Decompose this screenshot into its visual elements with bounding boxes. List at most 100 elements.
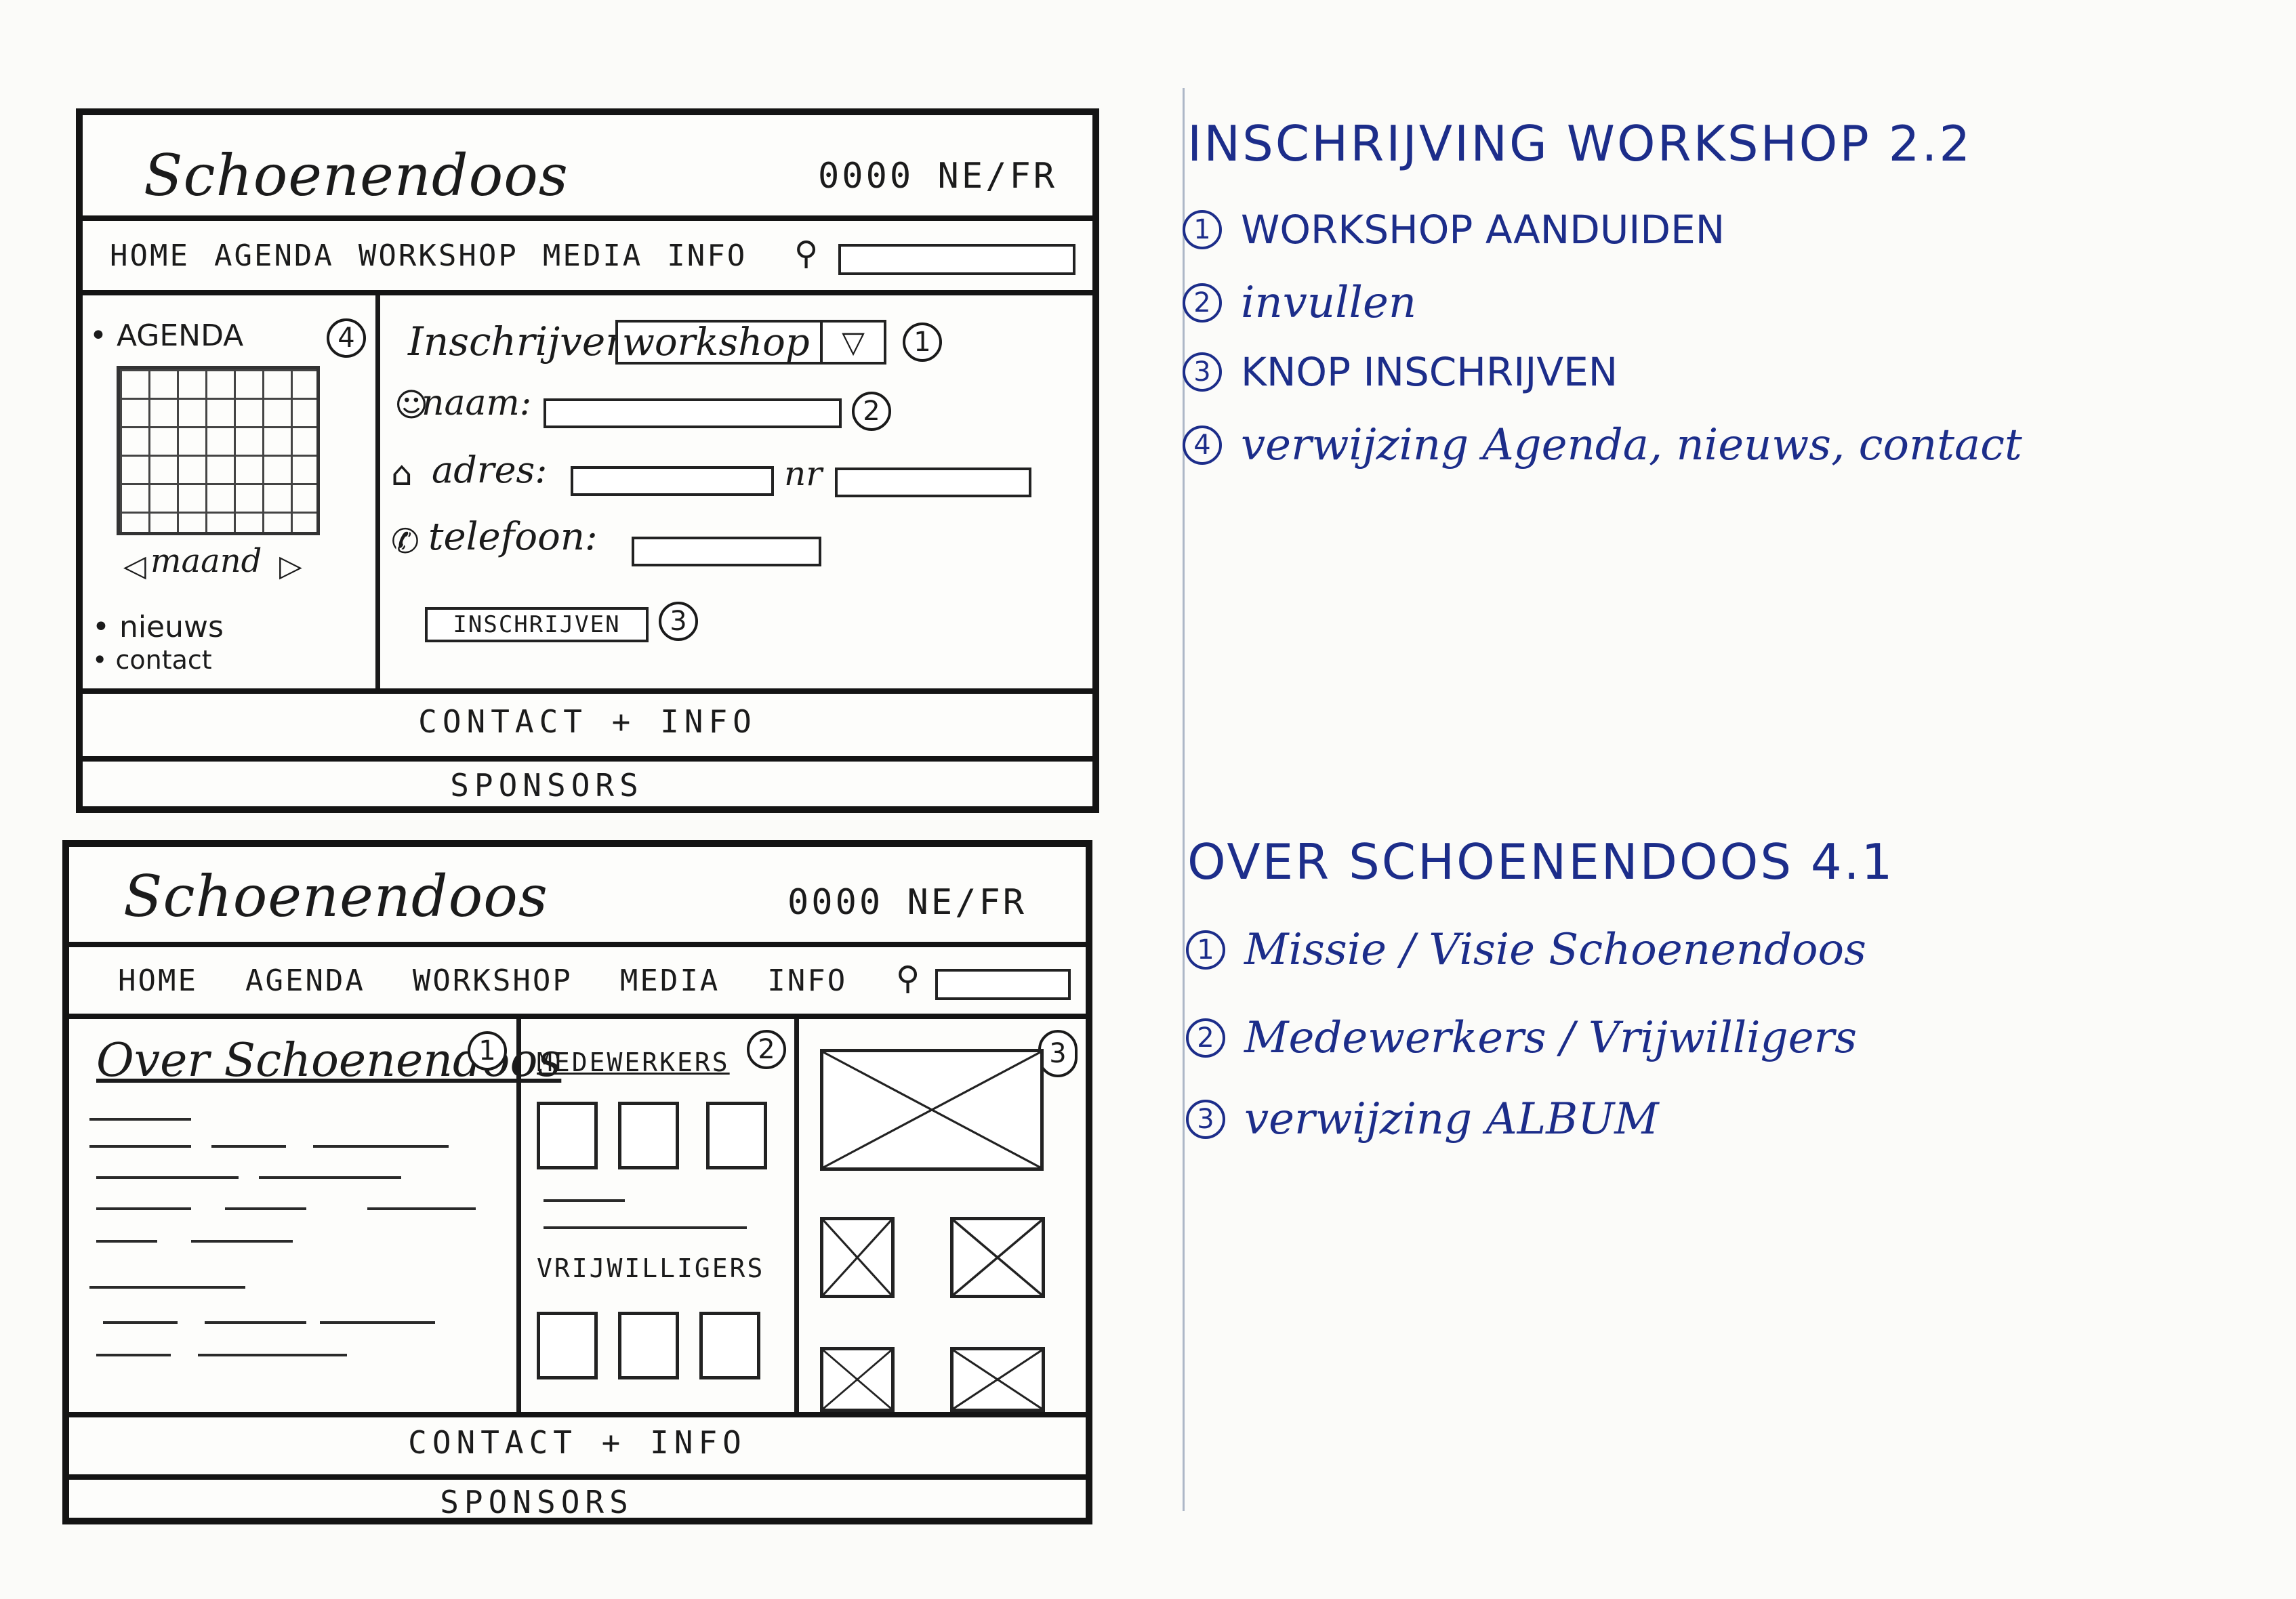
- site-logo[interactable]: Schoenendoos: [144, 142, 569, 209]
- nav-media[interactable]: MEDIA: [543, 238, 642, 273]
- medewerker-photo[interactable]: [537, 1102, 598, 1169]
- footer-sponsors[interactable]: SPONSORS: [0, 1484, 1086, 1520]
- note-number: 2: [1183, 283, 1222, 323]
- inschrijven-button[interactable]: INSCHRIJVEN: [425, 607, 649, 642]
- sidebar-divider: [375, 295, 380, 688]
- album-thumb-image[interactable]: [950, 1217, 1045, 1298]
- vrijwilliger-photo[interactable]: [537, 1312, 598, 1379]
- notes-title-over-schoenendoos: OVER SCHOENENDOOS 4.1: [1187, 833, 1895, 890]
- nav-media[interactable]: MEDIA: [620, 963, 720, 998]
- text-line: [320, 1321, 435, 1324]
- text-line: [205, 1321, 306, 1324]
- naam-label: naam:: [422, 383, 532, 423]
- text-line: [544, 1199, 625, 1202]
- note-number: 3: [1183, 352, 1222, 392]
- note-item: 4 verwijzing Agenda, nieuws, contact: [1183, 420, 2022, 470]
- medewerkers-heading: MEDEWERKERS: [537, 1047, 730, 1077]
- sidebar-item-nieuws[interactable]: • nieuws: [92, 610, 224, 644]
- note-number: 3: [1186, 1100, 1225, 1139]
- marker-2: 2: [747, 1030, 786, 1069]
- note-text: Medewerkers / Vrijwilligers: [1244, 1013, 1857, 1063]
- nr-input[interactable]: [835, 468, 1031, 497]
- wireframe-inschrijving: Schoenendoos 0000 NE/FR HOME AGENDA WORK…: [76, 108, 1099, 813]
- medewerker-photo[interactable]: [706, 1102, 767, 1169]
- adres-label: adres:: [432, 449, 548, 491]
- phone-icon: ✆: [391, 522, 419, 561]
- home-icon: ⌂: [391, 454, 413, 493]
- nav-divider: [69, 1014, 1086, 1019]
- note-text: WORKSHOP AANDUIDEN: [1241, 207, 1725, 253]
- footer-contact-info[interactable]: CONTACT + INFO: [83, 703, 1092, 740]
- main-nav: HOME AGENDA WORKSHOP MEDIA INFO: [110, 238, 747, 273]
- column-divider-2: [794, 1019, 799, 1412]
- header-divider: [69, 942, 1086, 947]
- nav-divider: [83, 290, 1092, 295]
- nav-home[interactable]: HOME: [118, 963, 198, 998]
- note-item: 1 Missie / Visie Schoenendoos: [1186, 925, 1866, 975]
- note-item: 3 verwijzing ALBUM: [1186, 1094, 1659, 1144]
- note-item: 1 WORKSHOP AANDUIDEN: [1183, 207, 1725, 253]
- workshop-select[interactable]: workshop ▽: [615, 320, 886, 365]
- note-text: KNOP INSCHRIJVEN: [1241, 349, 1618, 395]
- telefoon-input[interactable]: [632, 537, 821, 566]
- album-thumb-image[interactable]: [820, 1217, 895, 1298]
- note-text: Missie / Visie Schoenendoos: [1244, 925, 1866, 975]
- note-item: 2 Medewerkers / Vrijwilligers: [1186, 1013, 1857, 1063]
- nav-home[interactable]: HOME: [110, 238, 190, 273]
- footer-sponsors[interactable]: SPONSORS: [1, 767, 1092, 804]
- main-nav: HOME AGENDA WORKSHOP MEDIA INFO: [118, 963, 847, 998]
- workshop-select-value: workshop: [622, 320, 810, 365]
- note-item: 2 invullen: [1183, 278, 1416, 328]
- note-number: 1: [1186, 930, 1225, 970]
- album-main-image[interactable]: [820, 1049, 1044, 1171]
- form-title: Inschrijven: [408, 318, 631, 365]
- search-icon[interactable]: ⚲: [794, 234, 818, 272]
- text-line: [191, 1240, 293, 1243]
- album-thumb-image[interactable]: [950, 1347, 1045, 1412]
- marker-1: 1: [468, 1031, 507, 1071]
- text-line: [96, 1354, 171, 1356]
- search-icon[interactable]: ⚲: [896, 959, 920, 997]
- nav-agenda[interactable]: AGENDA: [214, 238, 334, 273]
- sponsors-divider: [69, 1474, 1086, 1480]
- telefoon-label: telefoon:: [428, 515, 598, 559]
- month-label: maand: [150, 542, 262, 580]
- sponsors-divider: [83, 756, 1092, 762]
- footer-contact-info[interactable]: CONTACT + INFO: [69, 1424, 1086, 1461]
- language-switch[interactable]: 0000 NE/FR: [787, 882, 1027, 923]
- header-divider: [83, 215, 1092, 221]
- note-text: verwijzing ALBUM: [1244, 1094, 1659, 1144]
- sidebar-item-agenda[interactable]: • AGENDA: [89, 318, 243, 353]
- text-line: [103, 1321, 178, 1324]
- agenda-calendar[interactable]: [117, 366, 320, 535]
- nr-label: nr: [784, 454, 823, 493]
- nav-agenda[interactable]: AGENDA: [245, 963, 365, 998]
- marker-3: 3: [659, 602, 698, 641]
- search-input[interactable]: [935, 969, 1071, 1000]
- vrijwilliger-photo[interactable]: [618, 1312, 679, 1379]
- language-switch[interactable]: 0000 NE/FR: [818, 156, 1057, 196]
- medewerker-photo[interactable]: [618, 1102, 679, 1169]
- adres-input[interactable]: [571, 466, 774, 496]
- nav-info[interactable]: INFO: [767, 963, 847, 998]
- text-line: [544, 1226, 747, 1229]
- month-next-button[interactable]: ▷: [279, 549, 302, 583]
- nav-info[interactable]: INFO: [667, 238, 747, 273]
- album-thumb-image[interactable]: [820, 1347, 895, 1412]
- text-line: [225, 1207, 306, 1210]
- search-input[interactable]: [838, 244, 1075, 275]
- naam-input[interactable]: [544, 398, 842, 428]
- note-number: 2: [1186, 1018, 1225, 1058]
- sidebar-item-contact[interactable]: • contact: [92, 645, 212, 675]
- month-prev-button[interactable]: ◁: [123, 549, 146, 583]
- text-line: [96, 1207, 191, 1210]
- nav-workshop[interactable]: WORKSHOP: [413, 963, 573, 998]
- text-line: [198, 1354, 347, 1356]
- vrijwilliger-photo[interactable]: [699, 1312, 760, 1379]
- chevron-down-icon[interactable]: ▽: [820, 323, 884, 362]
- text-line: [89, 1118, 191, 1121]
- marker-2: 2: [852, 392, 891, 431]
- site-logo[interactable]: Schoenendoos: [123, 863, 548, 930]
- nav-workshop[interactable]: WORKSHOP: [358, 238, 518, 273]
- marker-1: 1: [903, 323, 942, 362]
